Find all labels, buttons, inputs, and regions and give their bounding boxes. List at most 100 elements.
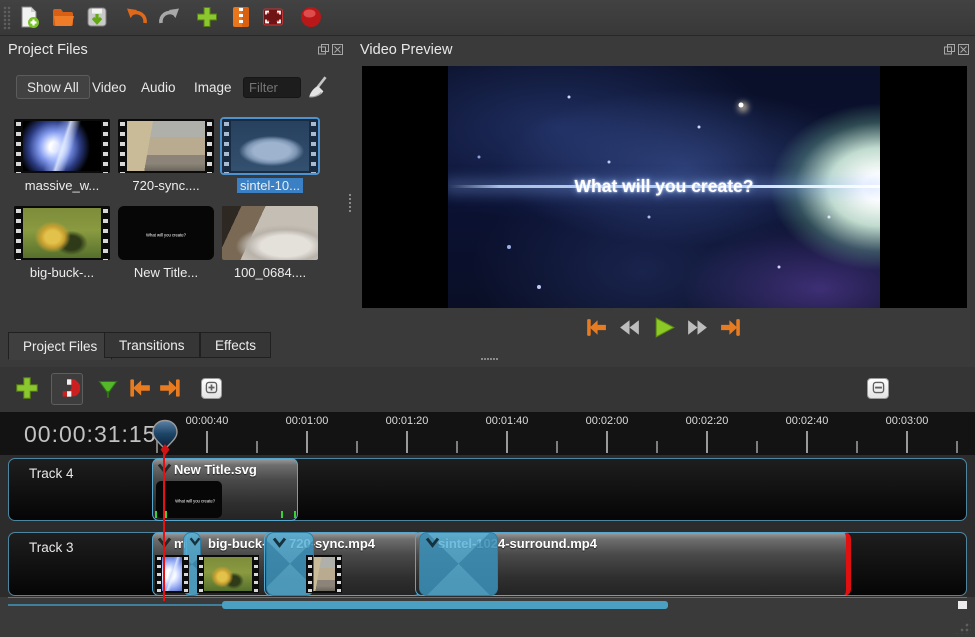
- rewind-icon: [617, 315, 642, 340]
- plus-icon: [14, 375, 40, 401]
- save-project-button[interactable]: [84, 5, 110, 31]
- playhead-marker[interactable]: [150, 419, 180, 457]
- film-profile-icon: [229, 5, 253, 29]
- new-file-icon: [17, 5, 41, 29]
- clip-new-title[interactable]: New Title.svg What will you create?: [152, 458, 298, 521]
- horizontal-splitter-handle[interactable]: [481, 357, 505, 362]
- video-preview-header: Video Preview: [352, 39, 975, 63]
- ruler-mark: 00:01:00: [272, 415, 342, 427]
- video-frame: What will you create?: [448, 66, 880, 308]
- transition-3[interactable]: [419, 532, 498, 596]
- float-panel-icon[interactable]: [318, 44, 329, 55]
- choose-profile-button[interactable]: [228, 5, 254, 31]
- previous-marker-icon: [126, 375, 152, 401]
- filter-input[interactable]: [243, 77, 301, 98]
- timeline-tracks-area: Track 4 Track 3 New Title.svg What will …: [0, 455, 975, 597]
- transition-chevron-icon[interactable]: [189, 537, 201, 546]
- tab-project-files[interactable]: Project Files: [8, 332, 112, 360]
- previous-marker-button[interactable]: [125, 375, 153, 403]
- razor-tool-button[interactable]: [94, 375, 122, 403]
- stars: [448, 66, 450, 68]
- undo-button[interactable]: [124, 5, 150, 31]
- scrollbar-corner: [958, 601, 967, 609]
- file-item-720-sync[interactable]: 720-sync....: [118, 119, 214, 193]
- track-name: Track 4: [29, 466, 74, 481]
- timeline-scrollbar-track[interactable]: [8, 604, 222, 606]
- tab-transitions[interactable]: Transitions: [104, 332, 200, 358]
- panel-title: Video Preview: [360, 42, 452, 58]
- filter-tab-show-all[interactable]: Show All: [16, 75, 90, 99]
- center-playhead-button[interactable]: [201, 378, 222, 399]
- import-files-button[interactable]: [194, 5, 220, 31]
- clip-thumbnail: [155, 555, 189, 593]
- file-name: New Title...: [134, 265, 198, 280]
- file-name: sintel-10...: [237, 178, 303, 193]
- plus-icon: [195, 5, 219, 29]
- open-folder-icon: [51, 5, 75, 29]
- video-preview-display: What will you create?: [362, 66, 967, 308]
- snapping-toggle-button[interactable]: [51, 373, 83, 405]
- filter-tab-audio[interactable]: Audio: [137, 75, 180, 99]
- jump-start-icon: [583, 315, 608, 340]
- panel-title: Project Files: [8, 42, 88, 58]
- play-button[interactable]: [651, 315, 677, 341]
- file-item-new-title[interactable]: What will you create? New Title...: [118, 206, 214, 280]
- fast-forward-button[interactable]: [685, 315, 711, 341]
- timeline-ruler[interactable]: 00:00:31:15 00:00:40 00:01:00 00:01:20 0…: [0, 412, 975, 455]
- video-preview-panel: Video Preview What will you create?: [352, 37, 975, 366]
- redo-icon: [157, 5, 181, 29]
- file-item-big-buck[interactable]: big-buck-...: [14, 206, 110, 280]
- clear-filter-button[interactable]: [306, 75, 332, 99]
- redo-button[interactable]: [156, 5, 182, 31]
- add-track-button[interactable]: [13, 375, 41, 403]
- window-resize-grip[interactable]: [955, 618, 971, 634]
- new-project-button[interactable]: [16, 5, 42, 31]
- file-thumbnail: [14, 206, 110, 260]
- ruler-mark: 00:02:40: [772, 415, 842, 427]
- toolbar-drag-handle[interactable]: [3, 6, 11, 30]
- file-item-massive[interactable]: massive_w...: [14, 119, 110, 193]
- timeline-toolbar: 20 seconds: [0, 367, 975, 412]
- fast-forward-icon: [685, 315, 710, 340]
- zoom-out-button[interactable]: [867, 378, 889, 399]
- filter-tab-image[interactable]: Image: [190, 75, 236, 99]
- file-item-bedroom-photo[interactable]: 100_0684....: [222, 206, 318, 280]
- clip-label: big-buck-: [208, 536, 267, 551]
- timeline-scrollbar-thumb[interactable]: [222, 601, 668, 609]
- ruler-mark: 00:00:40: [172, 415, 242, 427]
- jump-start-button[interactable]: [583, 315, 609, 341]
- main-toolbar: [0, 0, 975, 36]
- track-name: Track 3: [29, 540, 74, 555]
- transition-chevron-icon[interactable]: [425, 537, 440, 548]
- clip-label: New Title.svg: [174, 462, 257, 477]
- dock-tab-bar: Project Files Transitions Effects: [0, 332, 349, 360]
- ruler-mark: 00:02:00: [572, 415, 642, 427]
- export-video-button[interactable]: [260, 5, 286, 31]
- next-marker-button[interactable]: [157, 375, 185, 403]
- tab-effects[interactable]: Effects: [200, 332, 271, 358]
- file-name: 720-sync....: [132, 178, 199, 193]
- filter-tab-video[interactable]: Video: [88, 75, 130, 99]
- close-panel-icon[interactable]: [958, 44, 969, 55]
- razor-triangle-icon: [95, 375, 121, 401]
- float-panel-icon[interactable]: [944, 44, 955, 55]
- minus-icon: [870, 379, 887, 396]
- ruler-mark: 00:01:40: [472, 415, 542, 427]
- record-button[interactable]: [298, 5, 324, 31]
- jump-end-icon: [719, 315, 744, 340]
- rewind-button[interactable]: [617, 315, 643, 341]
- broom-icon: [306, 75, 332, 101]
- save-icon: [85, 5, 109, 29]
- open-project-button[interactable]: [50, 5, 76, 31]
- close-panel-icon[interactable]: [332, 44, 343, 55]
- center-plus-icon: [203, 379, 220, 396]
- file-thumbnail: [118, 119, 214, 173]
- jump-end-button[interactable]: [719, 315, 745, 341]
- file-item-sintel[interactable]: sintel-10...: [222, 119, 318, 193]
- transport-controls: [352, 315, 975, 341]
- transition-chevron-icon[interactable]: [272, 537, 287, 548]
- file-thumbnail: [222, 119, 318, 173]
- playhead-line[interactable]: [163, 451, 165, 601]
- title-thumb-text: What will you create?: [146, 233, 186, 238]
- file-name: big-buck-...: [30, 265, 94, 280]
